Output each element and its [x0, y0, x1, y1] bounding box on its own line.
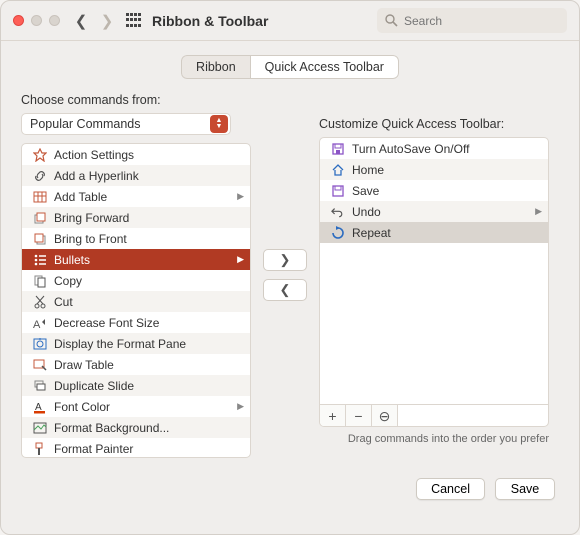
dup-icon [32, 378, 48, 394]
save-button[interactable]: Save [495, 478, 555, 500]
qat-add-button[interactable]: + [320, 405, 346, 427]
svg-text:A: A [33, 319, 41, 330]
tab-quick-access-toolbar[interactable]: Quick Access Toolbar [250, 55, 399, 79]
list-item-label: Draw Table [54, 358, 114, 372]
qat-remove-button[interactable]: − [346, 405, 372, 427]
list-item[interactable]: Bring Forward [22, 207, 250, 228]
list-item-label: Action Settings [54, 148, 134, 162]
repeat-icon [330, 225, 346, 241]
drag-hint: Drag commands into the order you prefer [319, 433, 549, 445]
tab-bar: Ribbon Quick Access Toolbar [1, 41, 579, 89]
save-icon [330, 141, 346, 157]
choose-commands-select[interactable]: Popular Commands ▲▼ [21, 113, 231, 135]
list-item[interactable]: Bring to Front [22, 228, 250, 249]
list-item[interactable]: Home [320, 159, 548, 180]
action-icon [32, 147, 48, 163]
list-item-label: Home [352, 163, 384, 177]
zoom-icon [49, 15, 60, 26]
customize-qat-label: Customize Quick Access Toolbar: [319, 117, 549, 131]
nav-arrows: ❮ ❯ [72, 12, 116, 30]
list-item[interactable]: A Font Color ▶ [22, 396, 250, 417]
list-item-label: Format Painter [54, 442, 133, 456]
list-item[interactable]: Repeat [320, 222, 548, 243]
save2-icon [330, 183, 346, 199]
list-item-label: Decrease Font Size [54, 316, 159, 330]
list-item-label: Turn AutoSave On/Off [352, 142, 469, 156]
list-item-label: Bring Forward [54, 211, 129, 225]
titlebar: ❮ ❯ Ribbon & Toolbar [1, 1, 579, 41]
list-item[interactable]: Format Painter [22, 438, 250, 458]
add-button[interactable]: ❯ [263, 249, 307, 271]
back-button[interactable]: ❮ [72, 12, 90, 30]
list-item[interactable]: Add a Hyperlink [22, 165, 250, 186]
choose-commands-value: Popular Commands [30, 117, 140, 131]
bullets-icon [32, 252, 48, 268]
list-item[interactable]: Turn AutoSave On/Off [320, 138, 548, 159]
list-item-label: Display the Format Pane [54, 337, 186, 351]
list-item-label: Repeat [352, 226, 391, 240]
forward-button: ❯ [98, 12, 116, 30]
list-item-label: Copy [54, 274, 82, 288]
list-item-label: Bring to Front [54, 232, 127, 246]
commands-list[interactable]: Action Settings Add a Hyperlink Add Table ▶… [21, 143, 251, 458]
tab-ribbon[interactable]: Ribbon [181, 55, 250, 79]
link-icon [32, 168, 48, 184]
preferences-window: ❮ ❯ Ribbon & Toolbar Ribbon Quick Access… [0, 0, 580, 535]
cut-icon [32, 294, 48, 310]
expand-chevron-icon: ▶ [237, 254, 244, 265]
expand-chevron-icon: ▶ [237, 401, 244, 412]
qat-reset-button[interactable]: ⊖ [372, 405, 398, 427]
window-title: Ribbon & Toolbar [152, 13, 268, 29]
close-icon[interactable] [13, 15, 24, 26]
list-item[interactable]: Add Table ▶ [22, 186, 250, 207]
cancel-button[interactable]: Cancel [416, 478, 485, 500]
list-item-label: Save [352, 184, 379, 198]
footer: Cancel Save [1, 458, 579, 500]
list-item[interactable]: Action Settings [22, 144, 250, 165]
list-item-label: Undo [352, 205, 381, 219]
list-item-label: Font Color [54, 400, 110, 414]
table-icon [32, 189, 48, 205]
list-item-label: Add Table [54, 190, 107, 204]
list-item[interactable]: Bullets ▶ [22, 249, 250, 270]
list-item[interactable]: Undo ▶ [320, 201, 548, 222]
choose-commands-label: Choose commands from: [21, 93, 251, 107]
remove-button[interactable]: ❮ [263, 279, 307, 301]
list-item-label: Cut [54, 295, 73, 309]
list-item[interactable]: Duplicate Slide [22, 375, 250, 396]
list-item-label: Bullets [54, 253, 90, 267]
show-all-icon[interactable] [126, 13, 142, 29]
draw-icon [32, 357, 48, 373]
expand-chevron-icon: ▶ [237, 191, 244, 202]
search-field[interactable] [377, 8, 567, 33]
list-item-label: Duplicate Slide [54, 379, 134, 393]
search-input[interactable] [404, 14, 559, 28]
format-icon [32, 336, 48, 352]
search-icon [385, 14, 398, 27]
dropdown-chevron-icon: ▲▼ [210, 115, 228, 133]
list-item-label: Format Background... [54, 421, 169, 435]
list-item[interactable]: Display the Format Pane [22, 333, 250, 354]
home-icon [330, 162, 346, 178]
expand-chevron-icon: ▶ [535, 206, 542, 217]
list-item-label: Add a Hyperlink [54, 169, 139, 183]
list-item[interactable]: A Decrease Font Size [22, 312, 250, 333]
bkg-icon [32, 420, 48, 436]
copy-icon [32, 273, 48, 289]
qat-list[interactable]: Turn AutoSave On/OffHomeSaveUndo▶Repeat … [319, 137, 549, 427]
decfont-icon: A [32, 315, 48, 331]
front-icon [32, 231, 48, 247]
list-item[interactable]: Draw Table [22, 354, 250, 375]
qat-edit-toolbar: + − ⊖ [320, 404, 548, 426]
color-icon: A [32, 399, 48, 415]
list-item[interactable]: Cut [22, 291, 250, 312]
list-item[interactable]: Save [320, 180, 548, 201]
forward-icon [32, 210, 48, 226]
minimize-icon [31, 15, 42, 26]
list-item[interactable]: Copy [22, 270, 250, 291]
traffic-lights [13, 15, 60, 26]
undo-icon [330, 204, 346, 220]
painter-icon [32, 441, 48, 457]
list-item[interactable]: Format Background... [22, 417, 250, 438]
